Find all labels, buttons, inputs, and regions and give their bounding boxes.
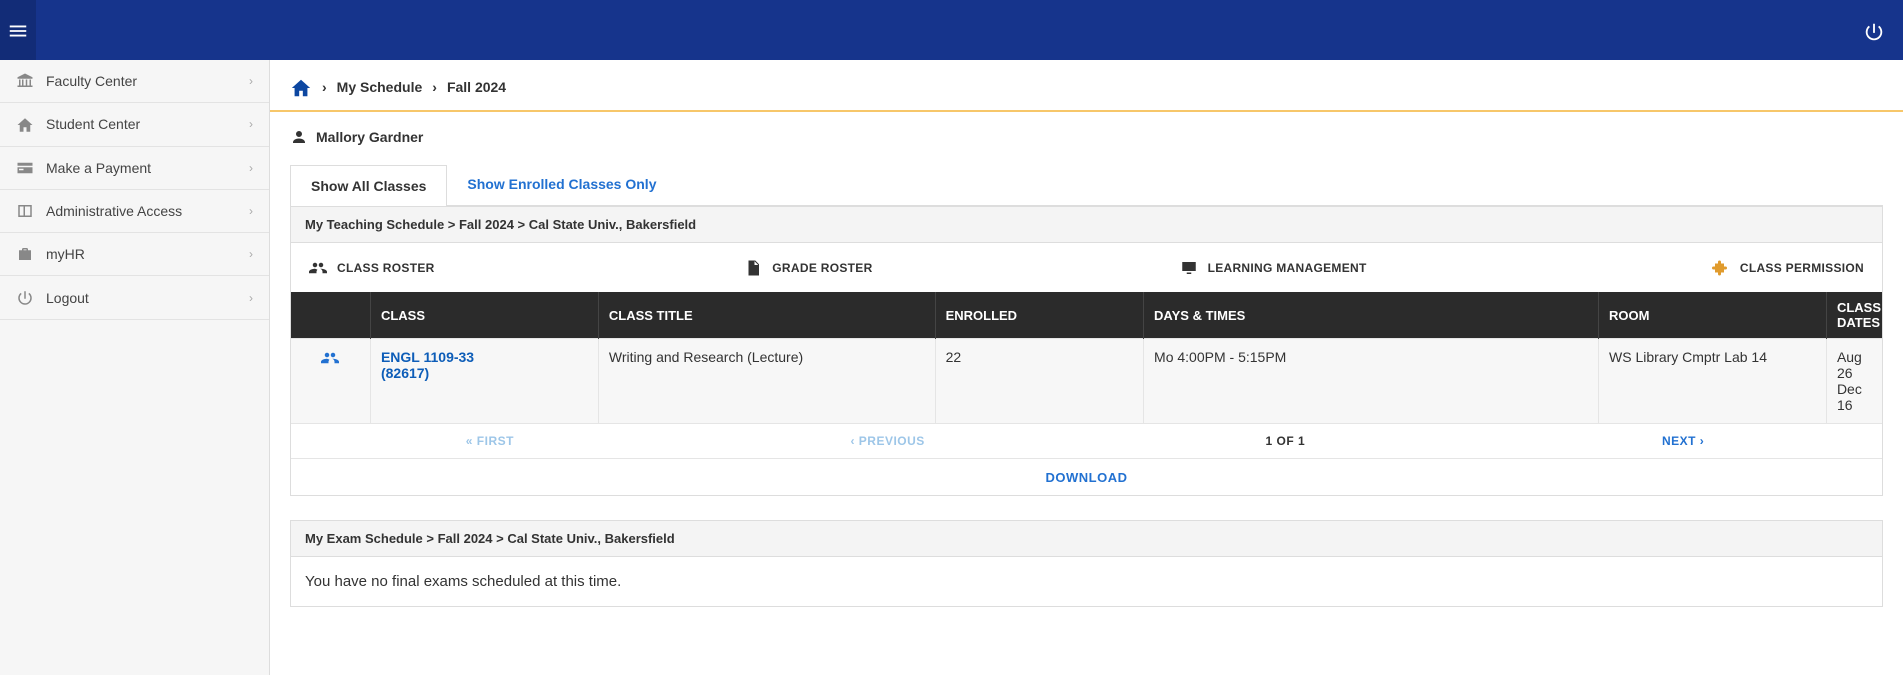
col-title: CLASS TITLE bbox=[598, 292, 935, 339]
cell-class: ENGL 1109-33 (82617) bbox=[370, 339, 598, 424]
hamburger-button[interactable] bbox=[0, 0, 36, 60]
pager-prev: ‹ PREVIOUS bbox=[689, 424, 1087, 458]
chevron-right-icon: › bbox=[249, 161, 253, 175]
breadcrumb-sep: › bbox=[432, 79, 437, 95]
user-name: Mallory Gardner bbox=[316, 129, 423, 145]
sidebar: Faculty Center › Student Center › Make a… bbox=[0, 60, 270, 675]
col-room: ROOM bbox=[1599, 292, 1827, 339]
person-icon bbox=[290, 128, 308, 146]
col-icon bbox=[291, 292, 370, 339]
user-row: Mallory Gardner bbox=[270, 112, 1903, 164]
tab-show-enrolled[interactable]: Show Enrolled Classes Only bbox=[447, 164, 676, 205]
legend-row: CLASS ROSTER GRADE ROSTER LEARNING MANAG… bbox=[291, 243, 1882, 292]
schedule-table: CLASS CLASS TITLE ENROLLED DAYS & TIMES … bbox=[291, 292, 1882, 423]
legend-grade-roster: GRADE ROSTER bbox=[744, 257, 1159, 278]
home-icon[interactable] bbox=[290, 74, 312, 100]
sidebar-item-faculty-center[interactable]: Faculty Center › bbox=[0, 60, 269, 103]
col-enrolled: ENROLLED bbox=[935, 292, 1143, 339]
sidebar-item-label: Logout bbox=[46, 290, 89, 306]
pager-next[interactable]: NEXT › bbox=[1484, 424, 1882, 458]
cell-dates: Aug 26 Dec 16 bbox=[1826, 339, 1882, 424]
chevron-right-icon: › bbox=[249, 74, 253, 88]
power-button[interactable] bbox=[1863, 15, 1885, 46]
legend-class-permission: CLASS PERMISSION bbox=[1615, 257, 1864, 278]
exam-schedule-body: You have no final exams scheduled at thi… bbox=[290, 556, 1883, 607]
sidebar-item-logout[interactable]: Logout › bbox=[0, 276, 269, 319]
tabs: Show All Classes Show Enrolled Classes O… bbox=[290, 164, 1883, 206]
main-content: › My Schedule › Fall 2024 Mallory Gardne… bbox=[270, 60, 1903, 675]
exam-schedule-header: My Exam Schedule > Fall 2024 > Cal State… bbox=[290, 520, 1883, 556]
col-days: DAYS & TIMES bbox=[1144, 292, 1599, 339]
chevron-right-icon: › bbox=[249, 117, 253, 131]
pager-position: 1 OF 1 bbox=[1087, 424, 1485, 458]
sidebar-item-label: Faculty Center bbox=[46, 73, 137, 89]
sidebar-item-label: myHR bbox=[46, 246, 85, 262]
chevron-right-icon: › bbox=[249, 204, 253, 218]
cell-room: WS Library Cmptr Lab 14 bbox=[1599, 339, 1827, 424]
sidebar-item-student-center[interactable]: Student Center › bbox=[0, 103, 269, 146]
cell-days: Mo 4:00PM - 5:15PM bbox=[1144, 339, 1599, 424]
pager-first: « FIRST bbox=[291, 424, 689, 458]
legend-class-roster: CLASS ROSTER bbox=[309, 257, 724, 278]
pager: « FIRST ‹ PREVIOUS 1 OF 1 NEXT › bbox=[291, 423, 1882, 458]
briefcase-icon bbox=[16, 245, 34, 263]
monitor-icon bbox=[1180, 257, 1198, 278]
puzzle-icon bbox=[1712, 257, 1730, 278]
chevron-right-icon: › bbox=[249, 247, 253, 261]
power-icon bbox=[16, 288, 34, 306]
hamburger-icon bbox=[7, 16, 29, 44]
home-icon bbox=[16, 115, 34, 133]
class-link[interactable]: ENGL 1109-33 (82617) bbox=[381, 349, 474, 381]
download-link[interactable]: DOWNLOAD bbox=[1046, 470, 1128, 485]
bank-icon bbox=[16, 72, 34, 90]
breadcrumb: › My Schedule › Fall 2024 bbox=[270, 60, 1903, 112]
note-icon bbox=[744, 257, 762, 278]
row-roster-icon[interactable] bbox=[291, 339, 370, 424]
tab-show-all[interactable]: Show All Classes bbox=[290, 165, 447, 206]
col-dates: CLASS DATES bbox=[1826, 292, 1882, 339]
sidebar-item-label: Administrative Access bbox=[46, 203, 182, 219]
chevron-right-icon: › bbox=[249, 291, 253, 305]
sidebar-item-label: Make a Payment bbox=[46, 160, 151, 176]
col-class: CLASS bbox=[370, 292, 598, 339]
sidebar-item-myhr[interactable]: myHR › bbox=[0, 233, 269, 276]
card-icon bbox=[16, 159, 34, 177]
teaching-schedule-body: CLASS ROSTER GRADE ROSTER LEARNING MANAG… bbox=[290, 242, 1883, 496]
top-bar bbox=[0, 0, 1903, 60]
table-row: ENGL 1109-33 (82617) Writing and Researc… bbox=[291, 339, 1882, 424]
breadcrumb-my-schedule[interactable]: My Schedule bbox=[337, 79, 423, 95]
legend-lms: LEARNING MANAGEMENT bbox=[1180, 257, 1595, 278]
panel-icon bbox=[16, 202, 34, 220]
sidebar-item-admin-access[interactable]: Administrative Access › bbox=[0, 190, 269, 233]
breadcrumb-sep: › bbox=[322, 79, 327, 95]
cell-enrolled: 22 bbox=[935, 339, 1143, 424]
download-row: DOWNLOAD bbox=[291, 458, 1882, 495]
breadcrumb-term: Fall 2024 bbox=[447, 79, 506, 95]
sidebar-item-make-payment[interactable]: Make a Payment › bbox=[0, 147, 269, 190]
cell-title: Writing and Research (Lecture) bbox=[598, 339, 935, 424]
table-header-row: CLASS CLASS TITLE ENROLLED DAYS & TIMES … bbox=[291, 292, 1882, 339]
teaching-schedule-header: My Teaching Schedule > Fall 2024 > Cal S… bbox=[290, 206, 1883, 242]
sidebar-item-label: Student Center bbox=[46, 116, 140, 132]
people-icon bbox=[309, 257, 327, 278]
